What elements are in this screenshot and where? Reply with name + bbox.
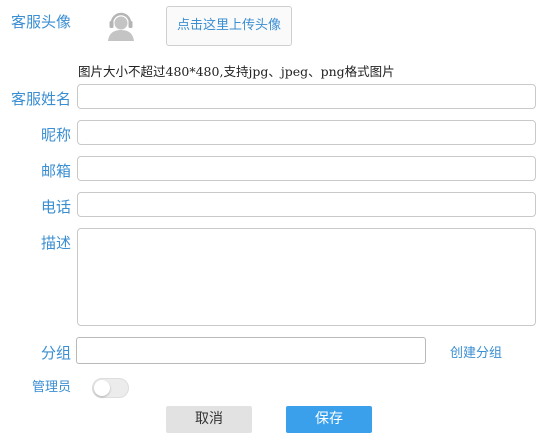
group-label: 分组 (40, 344, 71, 362)
upload-avatar-button[interactable]: 点击这里上传头像 (166, 6, 292, 46)
save-button[interactable]: 保存 (286, 406, 372, 433)
description-textarea[interactable] (78, 229, 535, 325)
phone-input[interactable] (78, 193, 535, 216)
description-field[interactable] (77, 228, 536, 326)
name-label: 客服姓名 (10, 90, 71, 108)
name-input[interactable] (78, 85, 535, 108)
email-field[interactable] (77, 156, 536, 181)
user-avatar-icon (104, 8, 138, 42)
create-group-link[interactable]: 创建分组 (450, 342, 502, 361)
group-input[interactable] (77, 338, 425, 363)
nickname-label: 昵称 (40, 126, 71, 144)
group-field[interactable] (76, 337, 426, 364)
email-input[interactable] (78, 157, 535, 180)
cancel-button[interactable]: 取消 (166, 406, 252, 433)
nickname-field[interactable] (77, 120, 536, 145)
phone-label: 电话 (40, 198, 71, 216)
avatar-label: 客服头像 (10, 13, 71, 31)
name-field[interactable] (77, 84, 536, 109)
admin-toggle[interactable] (92, 378, 129, 398)
toggle-knob (94, 380, 110, 396)
admin-label: 管理员 (31, 380, 71, 395)
avatar-hint: 图片大小不超过480*480,支持jpg、jpeg、png格式图片 (78, 64, 395, 79)
email-label: 邮箱 (40, 162, 71, 180)
description-label: 描述 (40, 234, 71, 252)
phone-field[interactable] (77, 192, 536, 217)
nickname-input[interactable] (78, 121, 535, 144)
